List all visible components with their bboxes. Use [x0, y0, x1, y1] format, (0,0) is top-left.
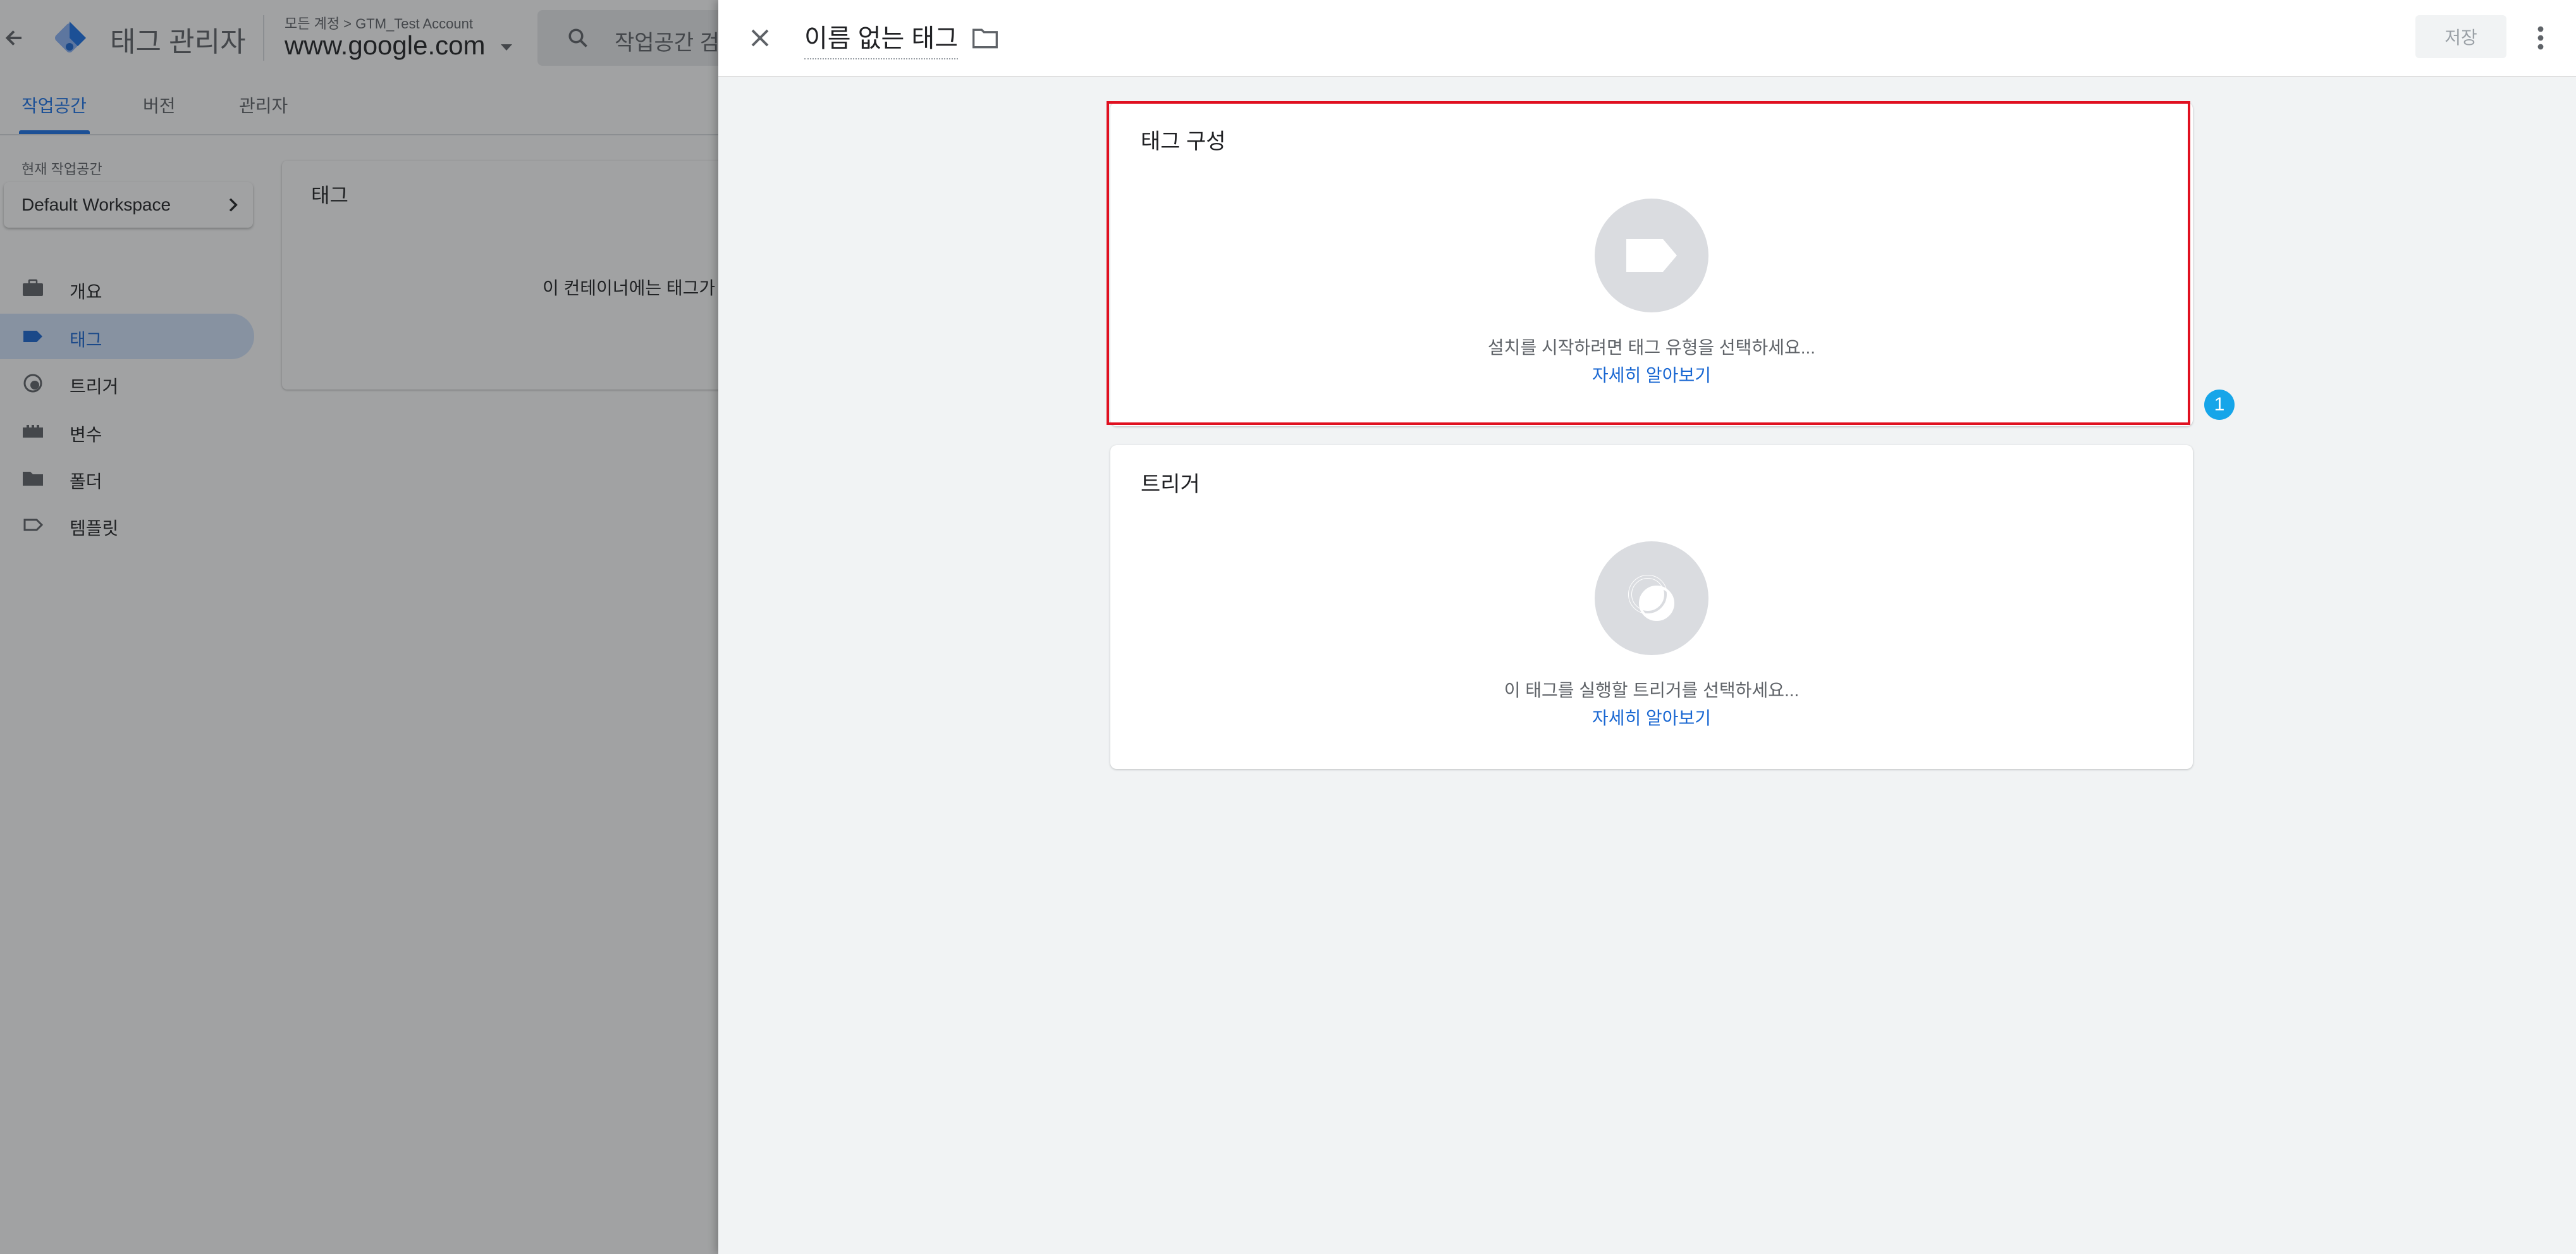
tag-editor-sheet: 이름 없는 태그 저장 태그 구성 설치를 시작하려면 태그 유형을 선택하세요… [718, 0, 2576, 1254]
folder-outline-icon[interactable] [971, 25, 999, 51]
tag-icon [1626, 239, 1677, 272]
tag-type-placeholder[interactable] [1595, 199, 1708, 312]
trigger-placeholder[interactable] [1595, 541, 1708, 655]
triggering-title: 트리거 [1141, 472, 1200, 496]
more-vert-icon[interactable] [2534, 23, 2547, 53]
step-callout-badge: 1 [2204, 390, 2235, 420]
tag-name-field[interactable]: 이름 없는 태그 [804, 18, 959, 59]
triggering-hint: 이 태그를 실행할 트리거를 선택하세요... [1504, 680, 1800, 700]
modal-scrim[interactable] [0, 0, 718, 1254]
close-icon[interactable] [745, 23, 775, 53]
triggering-card[interactable]: 트리거 이 태그를 실행할 트리거를 선택하세요... 자세히 알아보기 [1110, 445, 2193, 769]
tag-configuration-title: 태그 구성 [1141, 130, 1226, 154]
sheet-header: 이름 없는 태그 저장 [718, 0, 2576, 77]
save-button[interactable]: 저장 [2415, 15, 2506, 58]
tag-configuration-hint: 설치를 시작하려면 태그 유형을 선택하세요... [1487, 338, 1816, 357]
triggering-learn-more-link[interactable]: 자세히 알아보기 [1110, 704, 2193, 730]
tag-configuration-card[interactable]: 태그 구성 설치를 시작하려면 태그 유형을 선택하세요... 자세히 알아보기 [1110, 102, 2193, 426]
tag-configuration-learn-more-link[interactable]: 자세히 알아보기 [1110, 362, 2193, 387]
trigger-icon [1628, 575, 1674, 621]
